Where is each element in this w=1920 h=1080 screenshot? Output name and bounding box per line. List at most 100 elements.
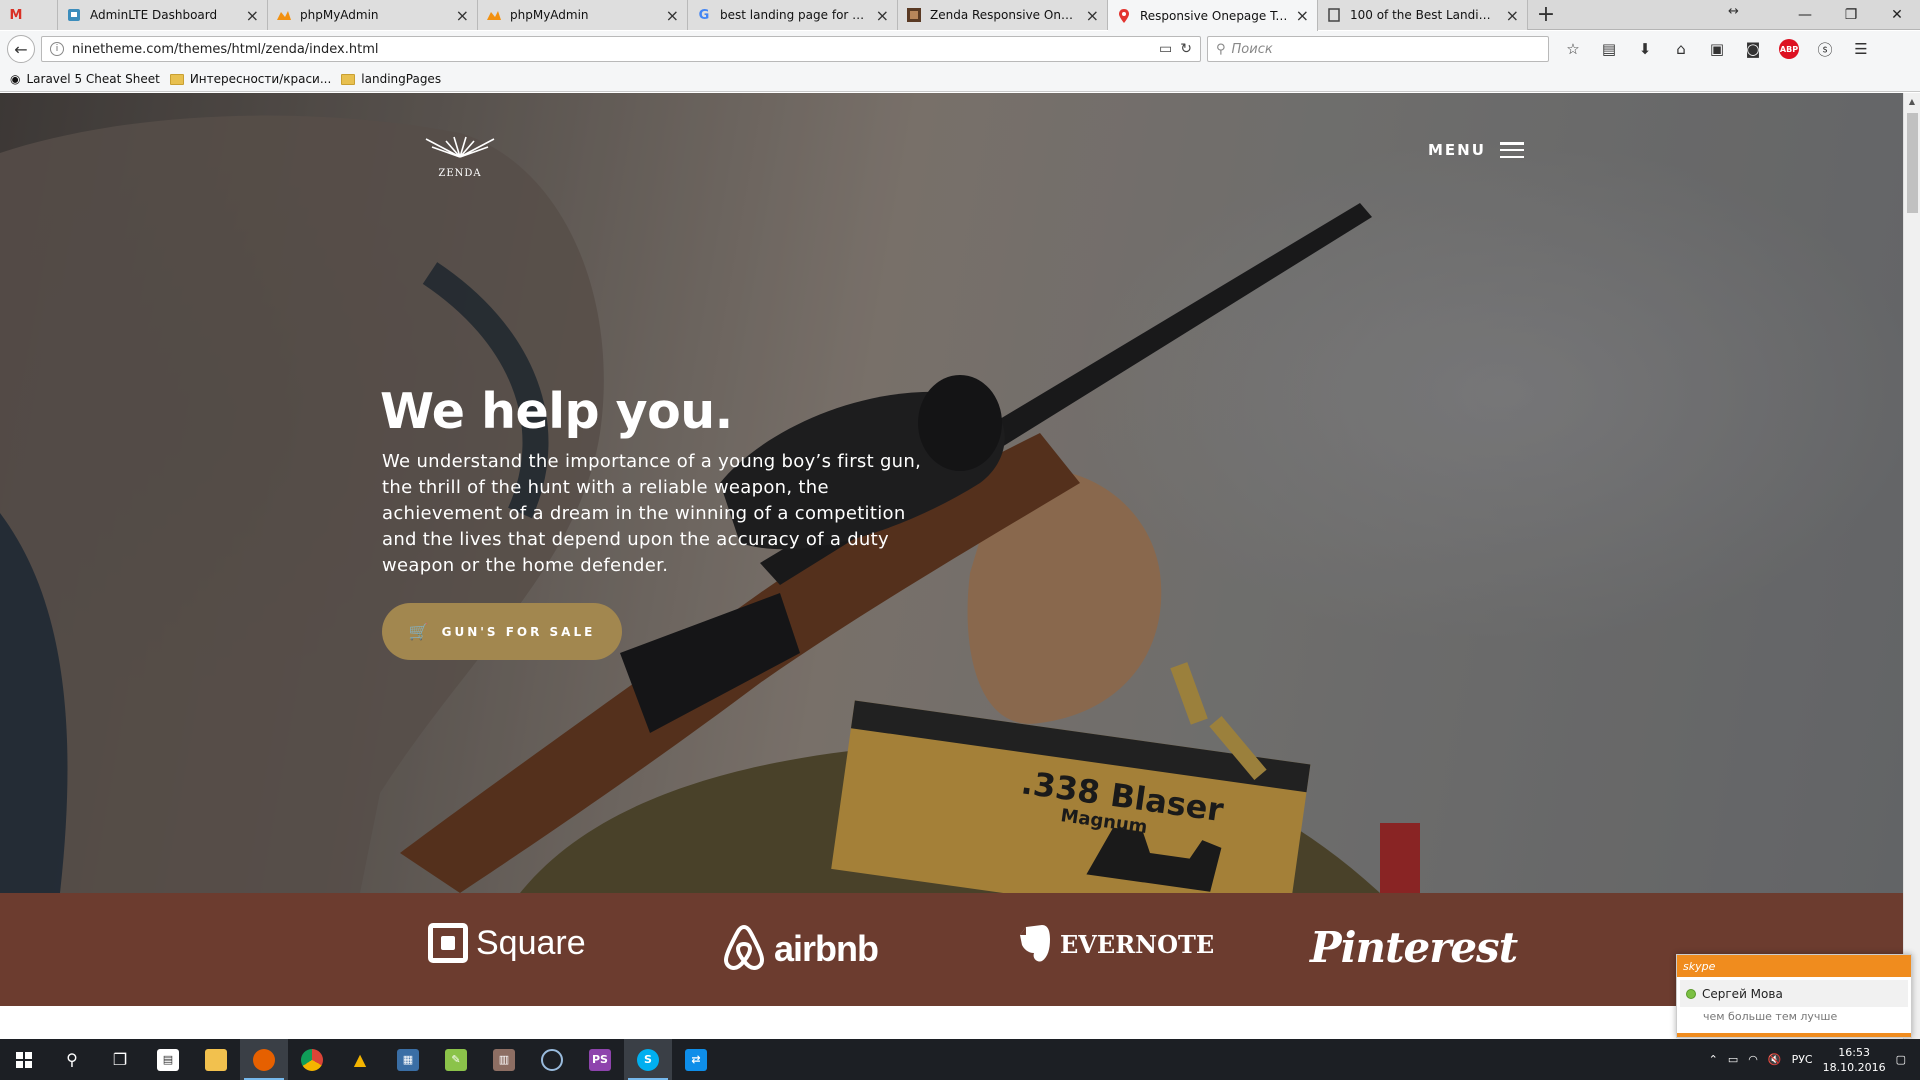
close-icon[interactable]: × bbox=[876, 6, 889, 25]
close-icon[interactable]: × bbox=[1296, 6, 1309, 25]
skype-taskbar-icon[interactable]: S bbox=[624, 1039, 672, 1080]
close-icon[interactable]: × bbox=[1086, 6, 1099, 25]
new-tab-button[interactable]: + bbox=[1528, 0, 1564, 29]
tab-label: AdminLTE Dashboard bbox=[90, 8, 218, 22]
cart-icon: 🛒 bbox=[408, 622, 432, 641]
tray-chevron-icon[interactable]: ⌃ bbox=[1709, 1053, 1718, 1066]
notepad-icon[interactable]: ▤ bbox=[144, 1039, 192, 1080]
bookmark-folder-interesting[interactable]: Интересности/краси... bbox=[169, 72, 332, 86]
info-icon[interactable]: i bbox=[50, 42, 64, 56]
firefox-icon[interactable] bbox=[240, 1039, 288, 1080]
bookmark-star-icon[interactable]: ☆ bbox=[1555, 35, 1591, 63]
tab-responsive-onepage[interactable]: Responsive Onepage Tem... × bbox=[1108, 0, 1318, 31]
search-taskbar-icon[interactable]: ⚲ bbox=[48, 1039, 96, 1080]
reload-icon[interactable]: ↻ bbox=[1180, 41, 1192, 57]
screen: M AdminLTE Dashboard × phpMyAdmin × phpM… bbox=[0, 0, 1920, 1080]
extension-s-icon[interactable]: ⓢ bbox=[1807, 35, 1843, 63]
wifi-icon[interactable]: ◠ bbox=[1748, 1053, 1758, 1066]
brand-pinterest: Pinterest bbox=[1310, 923, 1518, 972]
menu-button[interactable]: MENU bbox=[1428, 141, 1524, 159]
phpmyadmin-icon bbox=[276, 7, 292, 23]
next-section bbox=[0, 1006, 1903, 1039]
cta-label: GUN'S FOR SALE bbox=[441, 624, 596, 639]
site-icon bbox=[906, 7, 922, 23]
pocket-screenshot-icon[interactable]: ▣ bbox=[1699, 35, 1735, 63]
tab-adminlte[interactable]: AdminLTE Dashboard × bbox=[58, 0, 268, 30]
bookmark-label: landingPages bbox=[361, 72, 442, 86]
clock-date: 18.10.2016 bbox=[1822, 1060, 1886, 1074]
tab-phpmyadmin-2[interactable]: phpMyAdmin × bbox=[478, 0, 688, 30]
menu-label: MENU bbox=[1428, 141, 1486, 159]
windows-logo-icon bbox=[16, 1051, 32, 1068]
brand-square: Square bbox=[428, 923, 586, 963]
address-bar[interactable]: i ninetheme.com/themes/html/zenda/index.… bbox=[41, 36, 1201, 62]
bookmarks-bar: ◉ Laravel 5 Cheat Sheet Интересности/кра… bbox=[0, 67, 1920, 92]
pocket-icon[interactable]: ◙ bbox=[1735, 35, 1771, 63]
tab-phpmyadmin-1[interactable]: phpMyAdmin × bbox=[268, 0, 478, 30]
notifications-icon[interactable]: ▢ bbox=[1896, 1053, 1906, 1066]
home-icon[interactable]: ⌂ bbox=[1663, 35, 1699, 63]
bookmark-label: Интересности/краси... bbox=[189, 72, 332, 86]
toolbar-icons: ☆ ▤ ⬇ ⌂ ▣ ◙ ABP ⓢ ☰ bbox=[1555, 35, 1879, 63]
tab-label: best landing page for port... bbox=[720, 8, 868, 22]
image-viewer-icon[interactable]: ▦ bbox=[384, 1039, 432, 1080]
start-button[interactable] bbox=[0, 1039, 48, 1080]
phpstorm-icon[interactable]: PS bbox=[576, 1039, 624, 1080]
windows-taskbar: ⚲ ❐ ▤ ▲ ▦ ✎ ▥ PS S ⇄ ⌃ ▭ ◠ 🔇 РУС 16:53 1… bbox=[0, 1039, 1920, 1080]
tab-zenda[interactable]: Zenda Responsive Onepa... × bbox=[898, 0, 1108, 30]
google-icon: G bbox=[698, 7, 710, 23]
skype-logo: skype bbox=[1683, 959, 1716, 973]
globe-icon: ◉ bbox=[10, 72, 21, 86]
adblock-icon[interactable]: ABP bbox=[1779, 39, 1799, 59]
gmail-icon: M bbox=[9, 7, 23, 23]
close-icon[interactable]: × bbox=[456, 6, 469, 25]
language-indicator[interactable]: РУС bbox=[1792, 1053, 1813, 1066]
close-icon[interactable]: × bbox=[246, 6, 259, 25]
bookmark-laravel[interactable]: ◉ Laravel 5 Cheat Sheet bbox=[10, 72, 160, 86]
site-logo[interactable]: ZENDA bbox=[420, 131, 500, 186]
folder-icon bbox=[169, 73, 184, 85]
tab-label: Zenda Responsive Onepa... bbox=[930, 8, 1078, 22]
wings-logo-icon bbox=[420, 131, 500, 168]
clock[interactable]: 16:53 18.10.2016 bbox=[1823, 1045, 1886, 1075]
chrome-icon[interactable] bbox=[288, 1039, 336, 1080]
skype-contact-name: Сергей Мова bbox=[1702, 986, 1783, 1001]
tab-google-search[interactable]: G best landing page for port... × bbox=[688, 0, 898, 30]
volume-muted-icon[interactable]: 🔇 bbox=[1768, 1053, 1782, 1066]
tab-strip: M AdminLTE Dashboard × phpMyAdmin × phpM… bbox=[0, 0, 1920, 31]
task-view-icon[interactable]: ❐ bbox=[96, 1039, 144, 1080]
ampps-icon[interactable]: ▲ bbox=[336, 1039, 384, 1080]
maximize-button[interactable]: ❐ bbox=[1828, 0, 1874, 30]
skype-message: чем больше тем лучше bbox=[1703, 1010, 1838, 1023]
hamburger-menu-icon[interactable]: ☰ bbox=[1843, 35, 1879, 63]
reading-list-icon[interactable]: ▤ bbox=[1591, 35, 1627, 63]
teamviewer-icon[interactable]: ⇄ bbox=[672, 1039, 720, 1080]
search-input[interactable]: ⚲ Поиск bbox=[1207, 36, 1549, 62]
logo-text: ZENDA bbox=[438, 168, 482, 179]
notepadplusplus-icon[interactable]: ✎ bbox=[432, 1039, 480, 1080]
close-window-button[interactable]: ✕ bbox=[1874, 0, 1920, 30]
battery-icon[interactable]: ▭ bbox=[1728, 1053, 1738, 1066]
bookmark-folder-landingpages[interactable]: landingPages bbox=[341, 72, 441, 86]
skype-contact-row[interactable]: Сергей Мова bbox=[1680, 980, 1908, 1007]
page-scrollbar[interactable]: ▲ bbox=[1903, 93, 1920, 1039]
reader-view-icon[interactable]: ▭ bbox=[1159, 41, 1172, 57]
brand-evernote: EVERNOTE bbox=[1018, 923, 1214, 966]
file-explorer-icon[interactable] bbox=[192, 1039, 240, 1080]
close-icon[interactable]: × bbox=[666, 6, 679, 25]
scroll-up-arrow-icon[interactable]: ▲ bbox=[1904, 93, 1920, 110]
back-button[interactable]: ← bbox=[7, 35, 35, 63]
navigation-toolbar: ← i ninetheme.com/themes/html/zenda/inde… bbox=[0, 31, 1920, 67]
clock-time: 16:53 bbox=[1838, 1045, 1870, 1059]
skype-notification[interactable]: skype Сергей Мова чем больше тем лучше bbox=[1676, 954, 1912, 1038]
tab-best-landing[interactable]: 100 of the Best Landing Pa... × bbox=[1318, 0, 1528, 30]
network-globe-icon[interactable] bbox=[528, 1039, 576, 1080]
close-icon[interactable]: × bbox=[1506, 6, 1519, 25]
download-icon[interactable]: ⬇ bbox=[1627, 35, 1663, 63]
minimize-button[interactable]: — bbox=[1782, 0, 1828, 30]
archive-icon[interactable]: ▥ bbox=[480, 1039, 528, 1080]
scroll-thumb[interactable] bbox=[1907, 113, 1918, 213]
brand-name: airbnb bbox=[774, 927, 879, 969]
tab-gmail[interactable]: M bbox=[0, 0, 58, 30]
guns-for-sale-button[interactable]: 🛒 GUN'S FOR SALE bbox=[382, 603, 622, 660]
